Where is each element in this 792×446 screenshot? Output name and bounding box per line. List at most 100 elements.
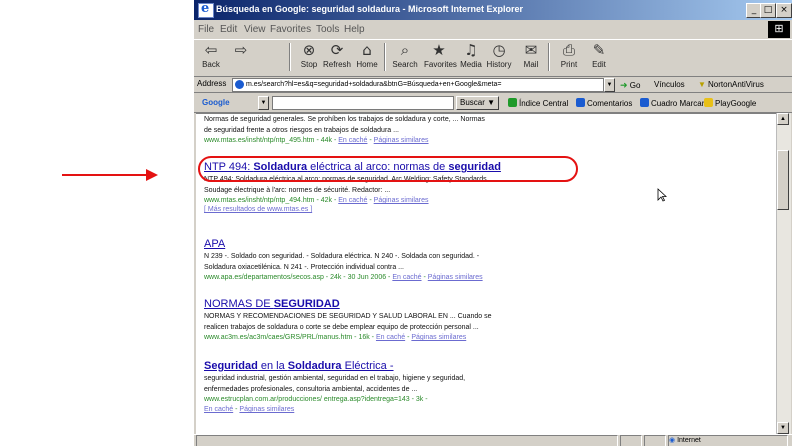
mail-button[interactable]: ✉ Mail — [516, 41, 546, 73]
scroll-up-button[interactable]: ▲ — [777, 113, 789, 125]
search-result: Normas de seguridad generales. Se prohíb… — [204, 114, 664, 146]
google-brand[interactable]: Google — [202, 98, 230, 107]
go-button[interactable]: ➜ Go — [620, 80, 640, 91]
cache-link[interactable]: En caché — [204, 406, 233, 413]
highlight-icon — [640, 98, 649, 107]
popup-blocker-icon — [704, 98, 713, 107]
toolbar-button-label: Media — [460, 60, 482, 69]
result-url: www.mtas.es/insht/ntp/ntp_495.htm - 44k … — [204, 137, 337, 144]
edit-button[interactable]: ✎ Edit — [584, 41, 614, 73]
scrollbar-thumb[interactable] — [777, 150, 789, 210]
page-icon — [235, 80, 244, 89]
search-button[interactable]: ⌕ Search — [390, 41, 420, 73]
google-item-label: Índice Central — [519, 99, 569, 108]
cache-link[interactable]: En caché — [338, 137, 367, 144]
search-icon: ⌕ — [400, 41, 410, 59]
refresh-button[interactable]: ⟳ Refresh — [322, 41, 352, 73]
similar-pages-link[interactable]: Páginas similares — [374, 197, 429, 204]
more-results-link[interactable]: [ Más resultados de www.mtas.es ] — [204, 206, 664, 213]
google-item-playgoogle[interactable]: PlayGoogle — [704, 98, 756, 108]
close-button[interactable]: × — [776, 3, 792, 18]
google-item-comentarios[interactable]: Comentarios — [576, 98, 632, 108]
back-button[interactable]: ⇦ Back — [196, 41, 226, 73]
browser-window: Búsqueda en Google: seguridad soldadura … — [194, 0, 792, 446]
result-title-link[interactable]: Seguridad en la Soldadura Eléctrica - — [204, 360, 664, 373]
cache-link[interactable]: En caché — [392, 274, 421, 281]
annotation-arrow-head — [146, 169, 158, 181]
google-item-cuadro[interactable]: Cuadro Marcar — [640, 98, 704, 108]
google-search-button[interactable]: Buscar ▼ — [456, 96, 500, 110]
back-arrow-icon: ⇦ — [204, 41, 218, 59]
windows-logo-icon: ⊞ — [768, 21, 790, 38]
window-title: Búsqueda en Google: seguridad soldadura … — [216, 4, 524, 14]
home-button[interactable]: ⌂ Home — [352, 41, 382, 73]
annotation-highlight-oval — [198, 156, 578, 182]
status-panel — [620, 435, 642, 446]
title-part: Eléctrica - — [341, 360, 394, 372]
zone-label: Internet — [677, 437, 701, 444]
media-button[interactable]: ♫ Media — [456, 41, 486, 73]
google-menu-dropdown[interactable]: ▼ — [258, 96, 269, 110]
scroll-down-button[interactable]: ▼ — [777, 422, 789, 434]
result-snippet-line: N 239 -. Soldado con seguridad. - Soldad… — [204, 253, 480, 260]
forward-button[interactable]: ⇨ — [226, 41, 256, 73]
menu-favorites[interactable]: Favorites — [270, 24, 311, 35]
result-url: www.estrucplan.com.ar/producciones/ entr… — [204, 396, 428, 403]
status-text-panel — [196, 435, 618, 446]
comments-icon — [576, 98, 585, 107]
menu-help[interactable]: Help — [344, 24, 365, 35]
google-item-label: Comentarios — [587, 99, 633, 108]
address-dropdown-button[interactable]: ▼ — [604, 78, 615, 92]
toolbar-button-label: Refresh — [322, 60, 351, 69]
title-part: Seguridad — [204, 360, 258, 372]
menu-tools[interactable]: Tools — [316, 24, 339, 35]
print-button[interactable]: ⎙ Print — [554, 41, 584, 73]
result-url-line: www.ac3m.es/ac3m/caes/GRS/PRL/manus.htm … — [204, 334, 467, 341]
similar-pages-link[interactable]: Páginas similares — [411, 334, 466, 341]
forward-arrow-icon: ⇨ — [234, 41, 248, 59]
menu-edit[interactable]: Edit — [220, 24, 237, 35]
result-url-line: www.mtas.es/insht/ntp/ntp_494.htm - 42k … — [204, 197, 429, 204]
toolbar-separator — [548, 43, 550, 71]
links-label[interactable]: Vínculos — [654, 80, 685, 89]
similar-pages-link[interactable]: Páginas similares — [239, 406, 294, 413]
result-snippet-line: Soudage électrique à l'arc: normes de sé… — [204, 187, 391, 194]
toolbar-button-label: Favorites — [424, 60, 457, 69]
norton-antivirus-label[interactable]: NortonAntiVirus — [708, 80, 764, 89]
similar-pages-link[interactable]: Páginas similares — [428, 274, 483, 281]
result-title-link[interactable]: NORMAS DE SEGURIDAD — [204, 298, 664, 311]
similar-pages-link[interactable]: Páginas similares — [374, 137, 429, 144]
go-arrow-icon: ➜ — [620, 80, 628, 90]
toolbar-button-label: Search — [392, 60, 418, 69]
toolbar-separator — [384, 43, 386, 71]
cache-link[interactable]: En caché — [338, 197, 367, 204]
result-snippet-line: Soldadura oxiacetilénica. N 241 -. Prote… — [204, 264, 404, 271]
google-item-indice[interactable]: Índice Central — [508, 98, 568, 108]
title-part: SEGURIDAD — [273, 298, 340, 310]
title-part: NORMAS DE — [204, 298, 274, 310]
toolbar-button-label: Back — [202, 60, 220, 69]
result-url: www.mtas.es/insht/ntp/ntp_494.htm - 42k … — [204, 197, 337, 204]
menu-view[interactable]: View — [244, 24, 266, 35]
globe-icon: ◉ — [669, 437, 676, 444]
toolbar-button-label: Print — [560, 60, 578, 69]
stop-button[interactable]: ⊗ Stop — [294, 41, 324, 73]
favorites-button[interactable]: ★ Favorites — [424, 41, 457, 73]
menu-file[interactable]: File — [198, 24, 214, 35]
result-snippet-line: enfermedades profesionales, consultoria … — [204, 386, 418, 393]
history-button[interactable]: ◷ History — [484, 41, 514, 73]
norton-icon: ▼ — [698, 80, 706, 89]
title-part: Soldadura — [287, 360, 342, 372]
cache-link[interactable]: En caché — [376, 334, 405, 341]
result-title-link[interactable]: APA — [204, 238, 664, 251]
search-result: Seguridad en la Soldadura Eléctrica - se… — [204, 360, 664, 415]
maximize-button[interactable]: □ — [760, 3, 776, 18]
toolbar-button-label: Mail — [523, 60, 539, 69]
mail-icon: ✉ — [524, 41, 538, 59]
address-field[interactable]: m.es/search?hl=es&q=seguridad+soldadura&… — [232, 78, 604, 92]
toolbar-button-label: Stop — [300, 60, 318, 69]
google-item-label: PlayGoogle — [715, 99, 757, 108]
google-search-input[interactable] — [272, 96, 454, 110]
print-icon: ⎙ — [562, 41, 575, 59]
toolbar-button-label: History — [486, 60, 512, 69]
